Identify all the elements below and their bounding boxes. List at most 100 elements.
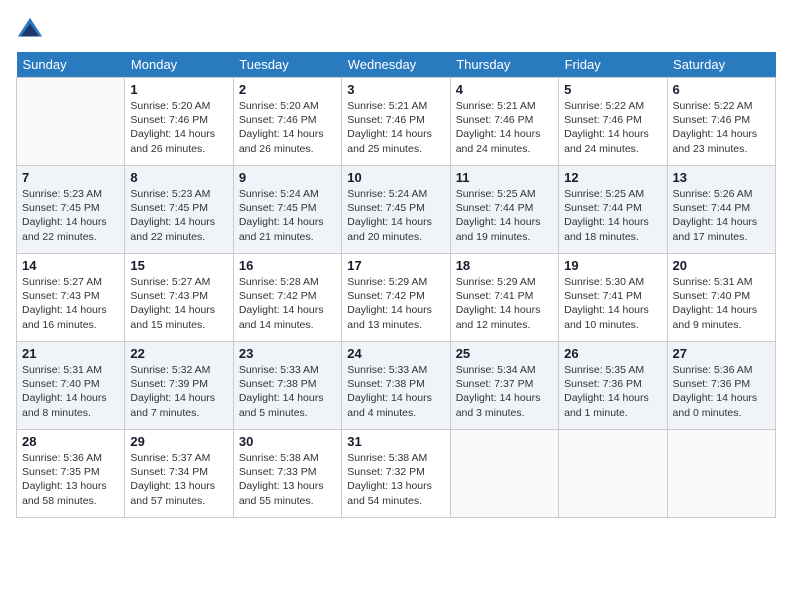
calendar-cell: 14 Sunrise: 5:27 AMSunset: 7:43 PMDayligh… xyxy=(17,254,125,342)
day-number: 24 xyxy=(347,346,444,361)
day-number: 4 xyxy=(456,82,553,97)
weekday-header-friday: Friday xyxy=(559,52,667,78)
day-number: 26 xyxy=(564,346,661,361)
day-info: Sunrise: 5:32 AMSunset: 7:39 PMDaylight:… xyxy=(130,363,227,420)
day-number: 20 xyxy=(673,258,770,273)
day-number: 18 xyxy=(456,258,553,273)
day-number: 8 xyxy=(130,170,227,185)
day-number: 22 xyxy=(130,346,227,361)
day-info: Sunrise: 5:24 AMSunset: 7:45 PMDaylight:… xyxy=(239,187,336,244)
calendar-cell: 15 Sunrise: 5:27 AMSunset: 7:43 PMDayligh… xyxy=(125,254,233,342)
calendar-week-4: 21 Sunrise: 5:31 AMSunset: 7:40 PMDayligh… xyxy=(17,342,776,430)
calendar-cell: 24 Sunrise: 5:33 AMSunset: 7:38 PMDayligh… xyxy=(342,342,450,430)
day-number: 16 xyxy=(239,258,336,273)
day-number: 1 xyxy=(130,82,227,97)
day-number: 13 xyxy=(673,170,770,185)
day-number: 7 xyxy=(22,170,119,185)
day-info: Sunrise: 5:36 AMSunset: 7:36 PMDaylight:… xyxy=(673,363,770,420)
day-info: Sunrise: 5:33 AMSunset: 7:38 PMDaylight:… xyxy=(347,363,444,420)
logo xyxy=(16,16,48,44)
day-info: Sunrise: 5:25 AMSunset: 7:44 PMDaylight:… xyxy=(564,187,661,244)
calendar-cell: 2 Sunrise: 5:20 AMSunset: 7:46 PMDaylight… xyxy=(233,78,341,166)
calendar-cell: 29 Sunrise: 5:37 AMSunset: 7:34 PMDayligh… xyxy=(125,430,233,518)
day-info: Sunrise: 5:30 AMSunset: 7:41 PMDaylight:… xyxy=(564,275,661,332)
day-number: 23 xyxy=(239,346,336,361)
calendar-cell: 19 Sunrise: 5:30 AMSunset: 7:41 PMDayligh… xyxy=(559,254,667,342)
day-info: Sunrise: 5:31 AMSunset: 7:40 PMDaylight:… xyxy=(673,275,770,332)
day-info: Sunrise: 5:37 AMSunset: 7:34 PMDaylight:… xyxy=(130,451,227,508)
day-info: Sunrise: 5:21 AMSunset: 7:46 PMDaylight:… xyxy=(456,99,553,156)
day-number: 15 xyxy=(130,258,227,273)
calendar-cell xyxy=(559,430,667,518)
day-number: 5 xyxy=(564,82,661,97)
weekday-header-tuesday: Tuesday xyxy=(233,52,341,78)
calendar-cell: 28 Sunrise: 5:36 AMSunset: 7:35 PMDayligh… xyxy=(17,430,125,518)
calendar-cell: 13 Sunrise: 5:26 AMSunset: 7:44 PMDayligh… xyxy=(667,166,775,254)
weekday-header-row: SundayMondayTuesdayWednesdayThursdayFrid… xyxy=(17,52,776,78)
weekday-header-wednesday: Wednesday xyxy=(342,52,450,78)
calendar-cell: 6 Sunrise: 5:22 AMSunset: 7:46 PMDaylight… xyxy=(667,78,775,166)
day-info: Sunrise: 5:36 AMSunset: 7:35 PMDaylight:… xyxy=(22,451,119,508)
day-info: Sunrise: 5:34 AMSunset: 7:37 PMDaylight:… xyxy=(456,363,553,420)
calendar-cell: 17 Sunrise: 5:29 AMSunset: 7:42 PMDayligh… xyxy=(342,254,450,342)
calendar-table: SundayMondayTuesdayWednesdayThursdayFrid… xyxy=(16,52,776,518)
day-info: Sunrise: 5:20 AMSunset: 7:46 PMDaylight:… xyxy=(239,99,336,156)
day-info: Sunrise: 5:38 AMSunset: 7:33 PMDaylight:… xyxy=(239,451,336,508)
day-number: 27 xyxy=(673,346,770,361)
day-number: 12 xyxy=(564,170,661,185)
day-number: 19 xyxy=(564,258,661,273)
weekday-header-thursday: Thursday xyxy=(450,52,558,78)
calendar-cell: 9 Sunrise: 5:24 AMSunset: 7:45 PMDaylight… xyxy=(233,166,341,254)
page-header xyxy=(16,16,776,44)
day-info: Sunrise: 5:23 AMSunset: 7:45 PMDaylight:… xyxy=(22,187,119,244)
day-info: Sunrise: 5:27 AMSunset: 7:43 PMDaylight:… xyxy=(22,275,119,332)
day-info: Sunrise: 5:25 AMSunset: 7:44 PMDaylight:… xyxy=(456,187,553,244)
day-number: 9 xyxy=(239,170,336,185)
day-number: 14 xyxy=(22,258,119,273)
day-info: Sunrise: 5:22 AMSunset: 7:46 PMDaylight:… xyxy=(673,99,770,156)
day-number: 17 xyxy=(347,258,444,273)
calendar-cell: 8 Sunrise: 5:23 AMSunset: 7:45 PMDaylight… xyxy=(125,166,233,254)
calendar-cell: 23 Sunrise: 5:33 AMSunset: 7:38 PMDayligh… xyxy=(233,342,341,430)
day-info: Sunrise: 5:29 AMSunset: 7:42 PMDaylight:… xyxy=(347,275,444,332)
calendar-cell: 5Sunrise: 5:22 AMSunset: 7:46 PMDaylight… xyxy=(559,78,667,166)
calendar-cell: 18 Sunrise: 5:29 AMSunset: 7:41 PMDayligh… xyxy=(450,254,558,342)
calendar-cell: 31Sunrise: 5:38 AMSunset: 7:32 PMDayligh… xyxy=(342,430,450,518)
calendar-cell: 16Sunrise: 5:28 AMSunset: 7:42 PMDayligh… xyxy=(233,254,341,342)
day-number: 11 xyxy=(456,170,553,185)
day-info: Sunrise: 5:26 AMSunset: 7:44 PMDaylight:… xyxy=(673,187,770,244)
calendar-cell: 12 Sunrise: 5:25 AMSunset: 7:44 PMDayligh… xyxy=(559,166,667,254)
calendar-cell: 30Sunrise: 5:38 AMSunset: 7:33 PMDayligh… xyxy=(233,430,341,518)
calendar-week-2: 7 Sunrise: 5:23 AMSunset: 7:45 PMDaylight… xyxy=(17,166,776,254)
day-info: Sunrise: 5:29 AMSunset: 7:41 PMDaylight:… xyxy=(456,275,553,332)
day-number: 3 xyxy=(347,82,444,97)
calendar-cell: 26Sunrise: 5:35 AMSunset: 7:36 PMDayligh… xyxy=(559,342,667,430)
day-number: 28 xyxy=(22,434,119,449)
day-info: Sunrise: 5:20 AMSunset: 7:46 PMDaylight:… xyxy=(130,99,227,156)
day-number: 29 xyxy=(130,434,227,449)
calendar-cell: 7 Sunrise: 5:23 AMSunset: 7:45 PMDaylight… xyxy=(17,166,125,254)
calendar-cell: 25Sunrise: 5:34 AMSunset: 7:37 PMDayligh… xyxy=(450,342,558,430)
day-info: Sunrise: 5:23 AMSunset: 7:45 PMDaylight:… xyxy=(130,187,227,244)
day-info: Sunrise: 5:27 AMSunset: 7:43 PMDaylight:… xyxy=(130,275,227,332)
calendar-week-1: 1 Sunrise: 5:20 AMSunset: 7:46 PMDaylight… xyxy=(17,78,776,166)
calendar-cell: 11 Sunrise: 5:25 AMSunset: 7:44 PMDayligh… xyxy=(450,166,558,254)
calendar-cell: 10Sunrise: 5:24 AMSunset: 7:45 PMDayligh… xyxy=(342,166,450,254)
day-info: Sunrise: 5:33 AMSunset: 7:38 PMDaylight:… xyxy=(239,363,336,420)
calendar-cell: 1 Sunrise: 5:20 AMSunset: 7:46 PMDaylight… xyxy=(125,78,233,166)
day-number: 10 xyxy=(347,170,444,185)
calendar-cell xyxy=(17,78,125,166)
day-info: Sunrise: 5:31 AMSunset: 7:40 PMDaylight:… xyxy=(22,363,119,420)
weekday-header-sunday: Sunday xyxy=(17,52,125,78)
day-info: Sunrise: 5:21 AMSunset: 7:46 PMDaylight:… xyxy=(347,99,444,156)
calendar-week-5: 28 Sunrise: 5:36 AMSunset: 7:35 PMDayligh… xyxy=(17,430,776,518)
day-number: 21 xyxy=(22,346,119,361)
calendar-cell: 4 Sunrise: 5:21 AMSunset: 7:46 PMDaylight… xyxy=(450,78,558,166)
calendar-cell: 20 Sunrise: 5:31 AMSunset: 7:40 PMDayligh… xyxy=(667,254,775,342)
calendar-cell: 22 Sunrise: 5:32 AMSunset: 7:39 PMDayligh… xyxy=(125,342,233,430)
calendar-cell xyxy=(667,430,775,518)
day-number: 2 xyxy=(239,82,336,97)
calendar-cell: 27 Sunrise: 5:36 AMSunset: 7:36 PMDayligh… xyxy=(667,342,775,430)
day-number: 6 xyxy=(673,82,770,97)
weekday-header-monday: Monday xyxy=(125,52,233,78)
